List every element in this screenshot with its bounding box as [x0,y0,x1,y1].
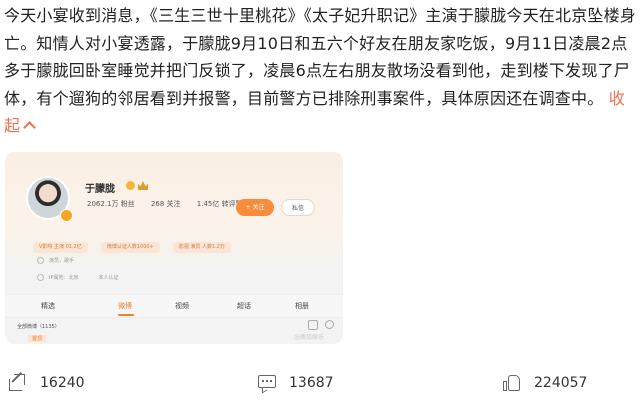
profile-tag: 微博认证人数1000+ [100,242,160,253]
post-text: 今天小宴收到消息，《三生三世十里桃花》《太子妃升职记》主演于朦胧今天在北京坠楼身… [4,2,636,140]
profile-tag: V影响 主演 01.2亿 [33,242,88,253]
like-count: 224057 [534,375,588,391]
profile-info-line: IP属地：北京 本人认证 [37,274,139,281]
profile-screenshot-card[interactable]: 于朦胧 2062.1万 粉丝 268 关注 1.45亿 转评赞 + 关注 私信 … [5,152,343,344]
tab-album: 相册 [295,302,309,310]
comment-icon [257,373,277,394]
profile-stats: 2062.1万 粉丝 268 关注 1.45亿 转评赞 [87,199,257,209]
tab-video: 视频 [175,302,189,310]
profile-nickname: 于朦胧 [85,184,115,195]
watermark: @鹿岛娱乐 [294,334,325,341]
comment-count: 13687 [289,375,334,391]
verified-icon [126,181,135,190]
profile-tabs: 精选 微博 视频 超话 相册 [5,294,343,318]
verified-icon [60,209,73,222]
location-icon [37,274,44,281]
profile-info-text: IP属地：北京 本人认证 [49,275,139,281]
comment-button[interactable]: 13687 [257,371,334,395]
post-body: 今天小宴收到消息，《三生三世十里桃花》《太子妃升职记》主演于朦胧今天在北京坠楼身… [4,6,637,108]
tab-active-indicator [118,314,134,316]
filter-icon [308,320,318,330]
info-icon [37,257,44,264]
pinned-badge: 置顶 [28,335,47,342]
action-toolbar: 16240 13687 224057 [0,365,640,401]
tab-supertopic: 超话 [237,302,251,310]
followers-stat: 2062.1万 粉丝 [87,200,135,208]
tab-featured: 精选 [41,302,55,310]
chevron-up-icon [23,121,37,134]
share-button[interactable]: 16240 [8,371,85,395]
all-weibo-label: 全部微博（1135） [17,324,60,330]
profile-info-text: 演员，歌手 [49,258,75,264]
like-button[interactable]: 224057 [502,371,587,395]
follow-button: + 关注 [236,199,274,216]
profile-tag: 影视 演员 人数1.2万 [172,242,231,253]
tab-weibo: 微博 [118,302,132,310]
following-stat: 268 关注 [150,200,181,208]
profile-info-line: 演员，歌手 [37,257,74,264]
profile-tags: V影响 主演 01.2亿 微博认证人数1000+ 影视 演员 人数1.2万 [33,233,239,253]
like-icon [502,373,522,393]
share-icon [8,372,28,393]
share-count: 16240 [40,375,85,391]
search-icon [325,320,334,329]
message-button: 私信 [281,199,315,216]
